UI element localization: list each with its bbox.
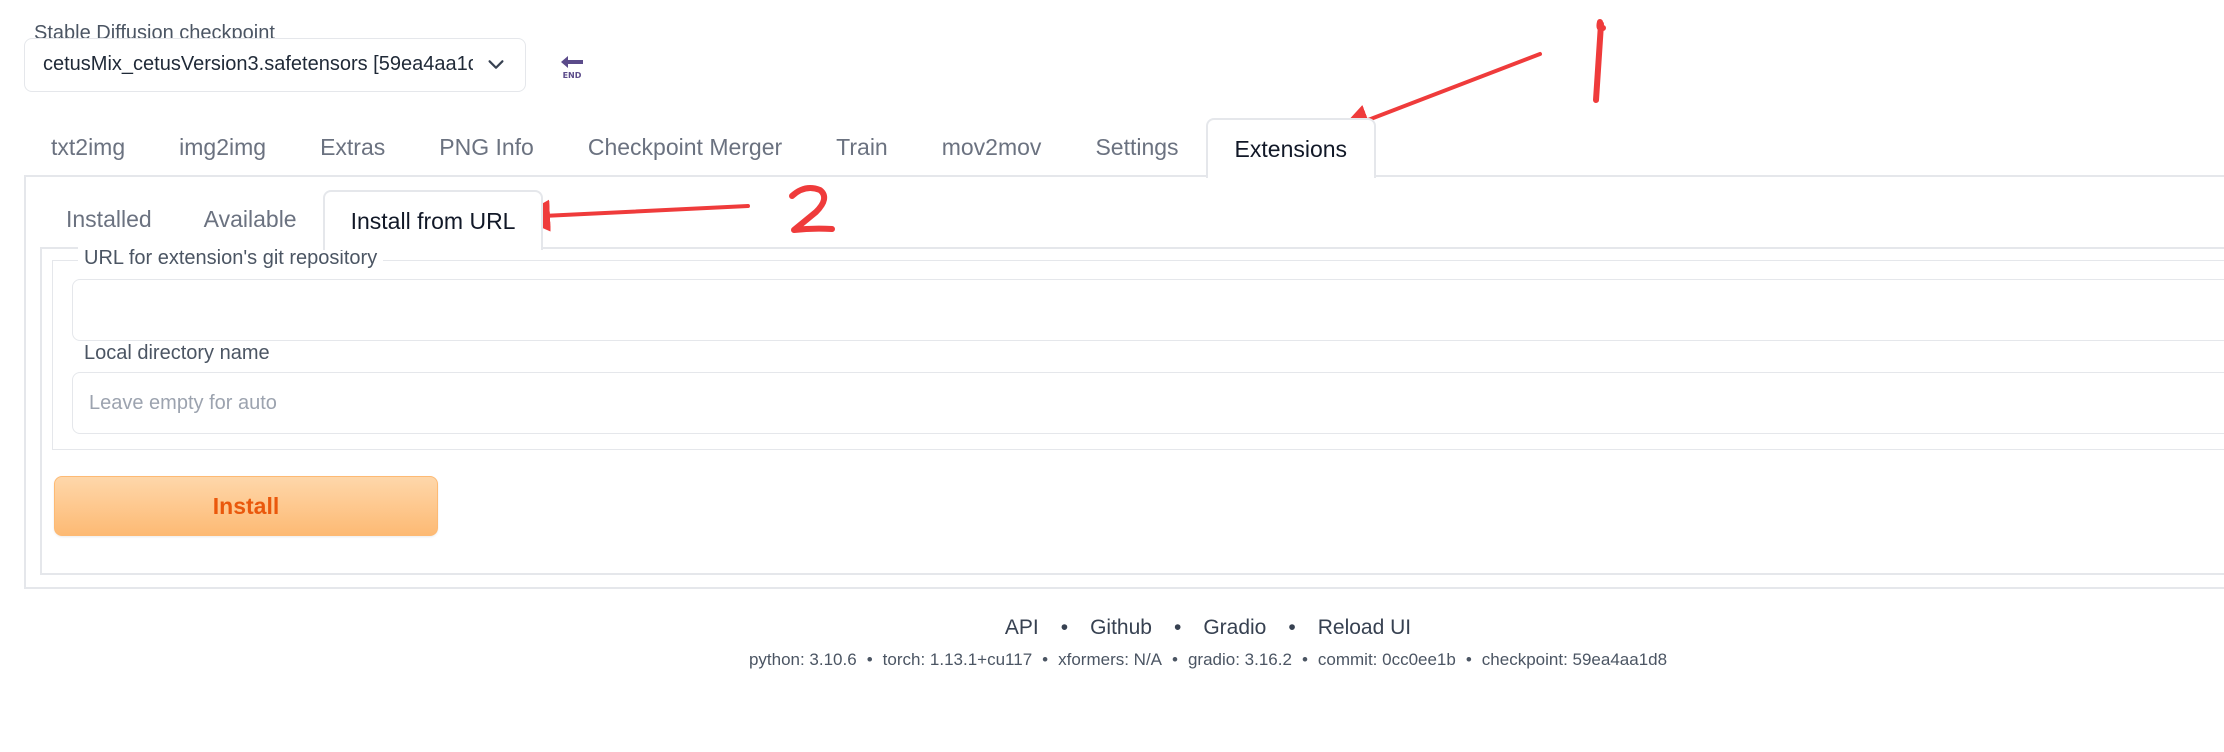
chevron-down-icon: [488, 60, 504, 69]
install-button[interactable]: Install: [54, 476, 438, 536]
info-torch: torch: 1.13.1+cu117: [882, 650, 1033, 669]
info-checkpoint: checkpoint: 59ea4aa1d8: [1481, 650, 1668, 669]
tab-txt2img[interactable]: txt2img: [24, 118, 152, 176]
directory-name-input[interactable]: [72, 372, 2224, 434]
tab-settings[interactable]: Settings: [1068, 118, 1205, 176]
info-gradio: gradio: 3.16.2: [1187, 650, 1292, 669]
footer-separator: •: [1060, 616, 1069, 639]
info-separator: •: [866, 650, 873, 669]
tab-available[interactable]: Available: [178, 190, 323, 248]
info-separator: •: [1172, 650, 1178, 669]
tab-train[interactable]: Train: [809, 118, 915, 176]
refresh-icon: END: [560, 56, 584, 80]
url-field-label: URL for extension's git repository: [78, 247, 384, 270]
sub-tab-bar: Installed Available Install from URL: [40, 190, 544, 250]
footer-link-github[interactable]: Github: [1090, 616, 1152, 639]
tab-checkpoint-merger[interactable]: Checkpoint Merger: [561, 118, 809, 176]
footer-link-api[interactable]: API: [1005, 616, 1039, 639]
info-xformers: xformers: N/A: [1058, 650, 1163, 669]
footer-link-gradio[interactable]: Gradio: [1203, 616, 1266, 639]
tab-installed[interactable]: Installed: [40, 190, 178, 248]
tab-extras[interactable]: Extras: [293, 118, 412, 176]
footer-separator: •: [1173, 616, 1182, 639]
footer-link-reload-ui[interactable]: Reload UI: [1318, 616, 1411, 639]
info-commit: commit: 0cc0ee1b: [1317, 650, 1456, 669]
directory-field-label: Local directory name: [78, 342, 276, 365]
checkpoint-dropdown[interactable]: cetusMix_cetusVersion3.safetensors [59ea…: [24, 38, 526, 92]
tab-mov2mov[interactable]: mov2mov: [915, 118, 1069, 176]
footer-version-info: python: 3.10.6 • torch: 1.13.1+cu117 • xform…: [0, 650, 2224, 670]
footer-links: API • Github • Gradio • Reload UI: [0, 616, 2224, 640]
svg-text:END: END: [563, 71, 582, 80]
info-python: python: 3.10.6: [748, 650, 857, 669]
tab-install-from-url[interactable]: Install from URL: [322, 190, 544, 250]
url-input[interactable]: [72, 279, 2224, 341]
tab-img2img[interactable]: img2img: [152, 118, 293, 176]
info-separator: •: [1301, 650, 1308, 669]
footer-separator: •: [1288, 616, 1296, 639]
tab-extensions[interactable]: Extensions: [1205, 118, 1377, 178]
annotation-mark-1: [1593, 19, 1606, 103]
info-separator: •: [1042, 650, 1049, 669]
top-tab-bar: txt2img img2img Extras PNG Info Checkpoi…: [24, 118, 1377, 178]
checkpoint-value: cetusMix_cetusVersion3.safetensors [59ea…: [43, 53, 473, 75]
info-separator: •: [1465, 650, 1472, 669]
tab-png-info[interactable]: PNG Info: [412, 118, 561, 176]
refresh-checkpoint-button[interactable]: END: [544, 42, 600, 92]
